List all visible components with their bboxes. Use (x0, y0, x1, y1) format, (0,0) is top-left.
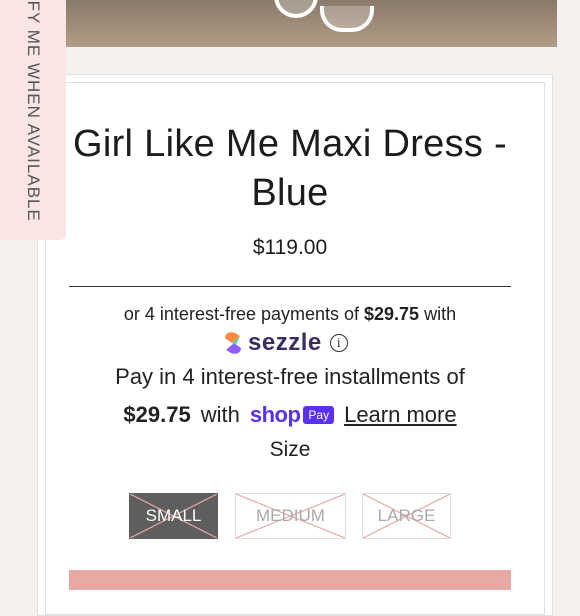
notify-me-label: NOTIFY ME WHEN AVAILABLE (24, 0, 43, 222)
sezzle-message: or 4 interest-free payments of $29.75 wi… (40, 304, 540, 325)
product-image (66, 0, 557, 47)
shop-pay-logo-shop: shop (249, 402, 301, 427)
learn-more-link[interactable]: Learn more (344, 402, 457, 428)
sandal-image-detail (320, 6, 374, 32)
info-icon[interactable]: i (329, 334, 348, 352)
divider (69, 286, 511, 287)
size-option-label: MEDIUM (256, 506, 325, 525)
size-option-small[interactable]: SMALL (129, 493, 218, 539)
notify-me-tab[interactable]: NOTIFY ME WHEN AVAILABLE (0, 0, 66, 240)
product-price: $119.00 (252, 236, 328, 259)
shop-pay-amount: $29.75 (123, 402, 191, 427)
sezzle-text-before: or 4 interest-free payments of (123, 304, 365, 324)
shop-pay-row: $29.75 with shop Pay Learn more (40, 400, 540, 430)
size-option-label: SMALL (145, 506, 202, 525)
sezzle-brand-text: sezzle (248, 329, 322, 356)
size-label: Size (269, 438, 311, 461)
product-title: Girl Like Me Maxi Dress - Blue (73, 123, 507, 214)
sezzle-amount: $29.75 (364, 304, 420, 324)
size-option-medium[interactable]: MEDIUM (235, 493, 346, 539)
shop-pay-message: Pay in 4 interest-free installments of (115, 364, 465, 389)
sandal-image-detail (274, 0, 318, 18)
size-option-label: LARGE (377, 506, 436, 525)
sezzle-text-after: with (419, 304, 457, 324)
shop-pay-logo-pay: Pay (303, 406, 335, 424)
size-option-large[interactable]: LARGE (362, 493, 451, 539)
shop-pay-with: with (200, 402, 240, 427)
sezzle-logo-icon (222, 330, 244, 356)
sezzle-logo[interactable]: sezzle i (222, 329, 348, 357)
shop-pay-logo: shop Pay (249, 402, 335, 428)
add-to-cart-button[interactable] (69, 570, 511, 590)
